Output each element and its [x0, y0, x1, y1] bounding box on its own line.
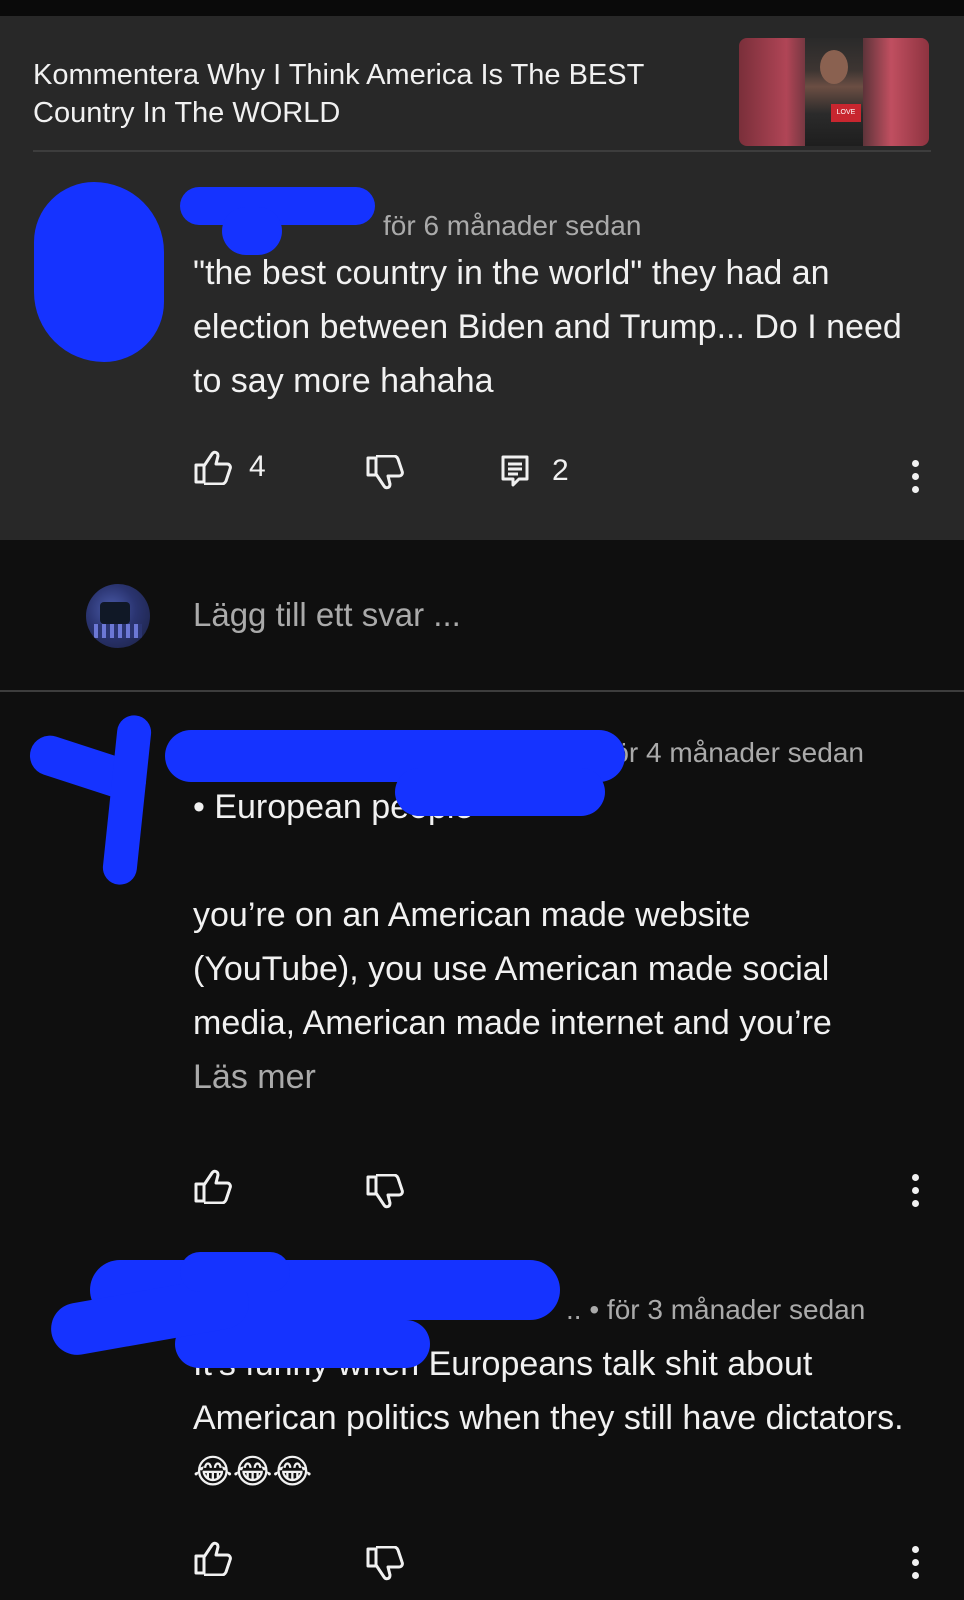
thumbs-down-icon	[366, 455, 404, 490]
status-strip	[0, 0, 964, 16]
reply1-like-button[interactable]	[193, 1168, 233, 1204]
thumbs-down-icon	[366, 1174, 404, 1209]
comment-text: "the best country in the world" they had…	[193, 254, 902, 400]
main-comment: för 6 månader sedan "the best country in…	[0, 152, 964, 540]
comments-screen: Kommentera Why I Think America Is The BE…	[0, 0, 964, 1600]
more-vert-icon[interactable]	[912, 460, 922, 499]
censored-username-part	[222, 207, 282, 255]
reply-count: 2	[552, 454, 569, 487]
reply1-time: • för 4 månader sedan	[588, 737, 864, 768]
reply-input[interactable]: Lägg till ett svar ...	[193, 596, 461, 634]
read-more-link[interactable]: Läs mer	[193, 1050, 913, 1104]
thumbnail-tag: LOVE	[831, 104, 861, 122]
like-count: 4	[249, 450, 266, 483]
video-thumbnail[interactable]: LOVE	[739, 38, 929, 146]
reply-icon	[501, 455, 529, 487]
reply1-text: you’re on an American made website (YouT…	[193, 896, 832, 1042]
replies-button[interactable]: 2	[500, 454, 569, 488]
reply1-dislike-button[interactable]	[365, 1174, 405, 1210]
censored-avatar-part	[180, 1252, 290, 1292]
reply-input-bar: Lägg till ett svar ...	[0, 540, 964, 690]
avatar-chip-shape	[100, 602, 130, 624]
reply2-like-button[interactable]	[193, 1540, 233, 1576]
more-vert-icon[interactable]	[912, 1174, 922, 1213]
reply2-time: .. • för 3 månader sedan	[566, 1294, 866, 1325]
thumbnail-head	[820, 50, 848, 84]
video-title: Kommentera Why I Think America Is The BE…	[33, 59, 644, 129]
more-vert-icon[interactable]	[912, 1546, 922, 1585]
laughing-emoji: 😂😂😂	[193, 1453, 313, 1491]
user-avatar	[86, 584, 150, 648]
dislike-button[interactable]	[365, 455, 405, 491]
thumbs-up-icon	[194, 1169, 232, 1204]
reply2-dislike-button[interactable]	[365, 1546, 405, 1582]
thumbs-up-icon	[194, 1541, 232, 1576]
comments-header: Kommentera Why I Think America Is The BE…	[0, 16, 964, 166]
censored-avatar	[34, 182, 164, 362]
reply-divider	[0, 690, 964, 692]
censored-username-part	[395, 768, 605, 816]
censored-avatar-stroke	[101, 713, 153, 887]
avatar-grid-shape	[94, 624, 142, 638]
comment-time: för 6 månader sedan	[383, 210, 642, 241]
thumbs-down-icon	[366, 1546, 404, 1581]
thumbs-up-icon	[194, 450, 232, 485]
like-button[interactable]: 4	[193, 449, 266, 485]
